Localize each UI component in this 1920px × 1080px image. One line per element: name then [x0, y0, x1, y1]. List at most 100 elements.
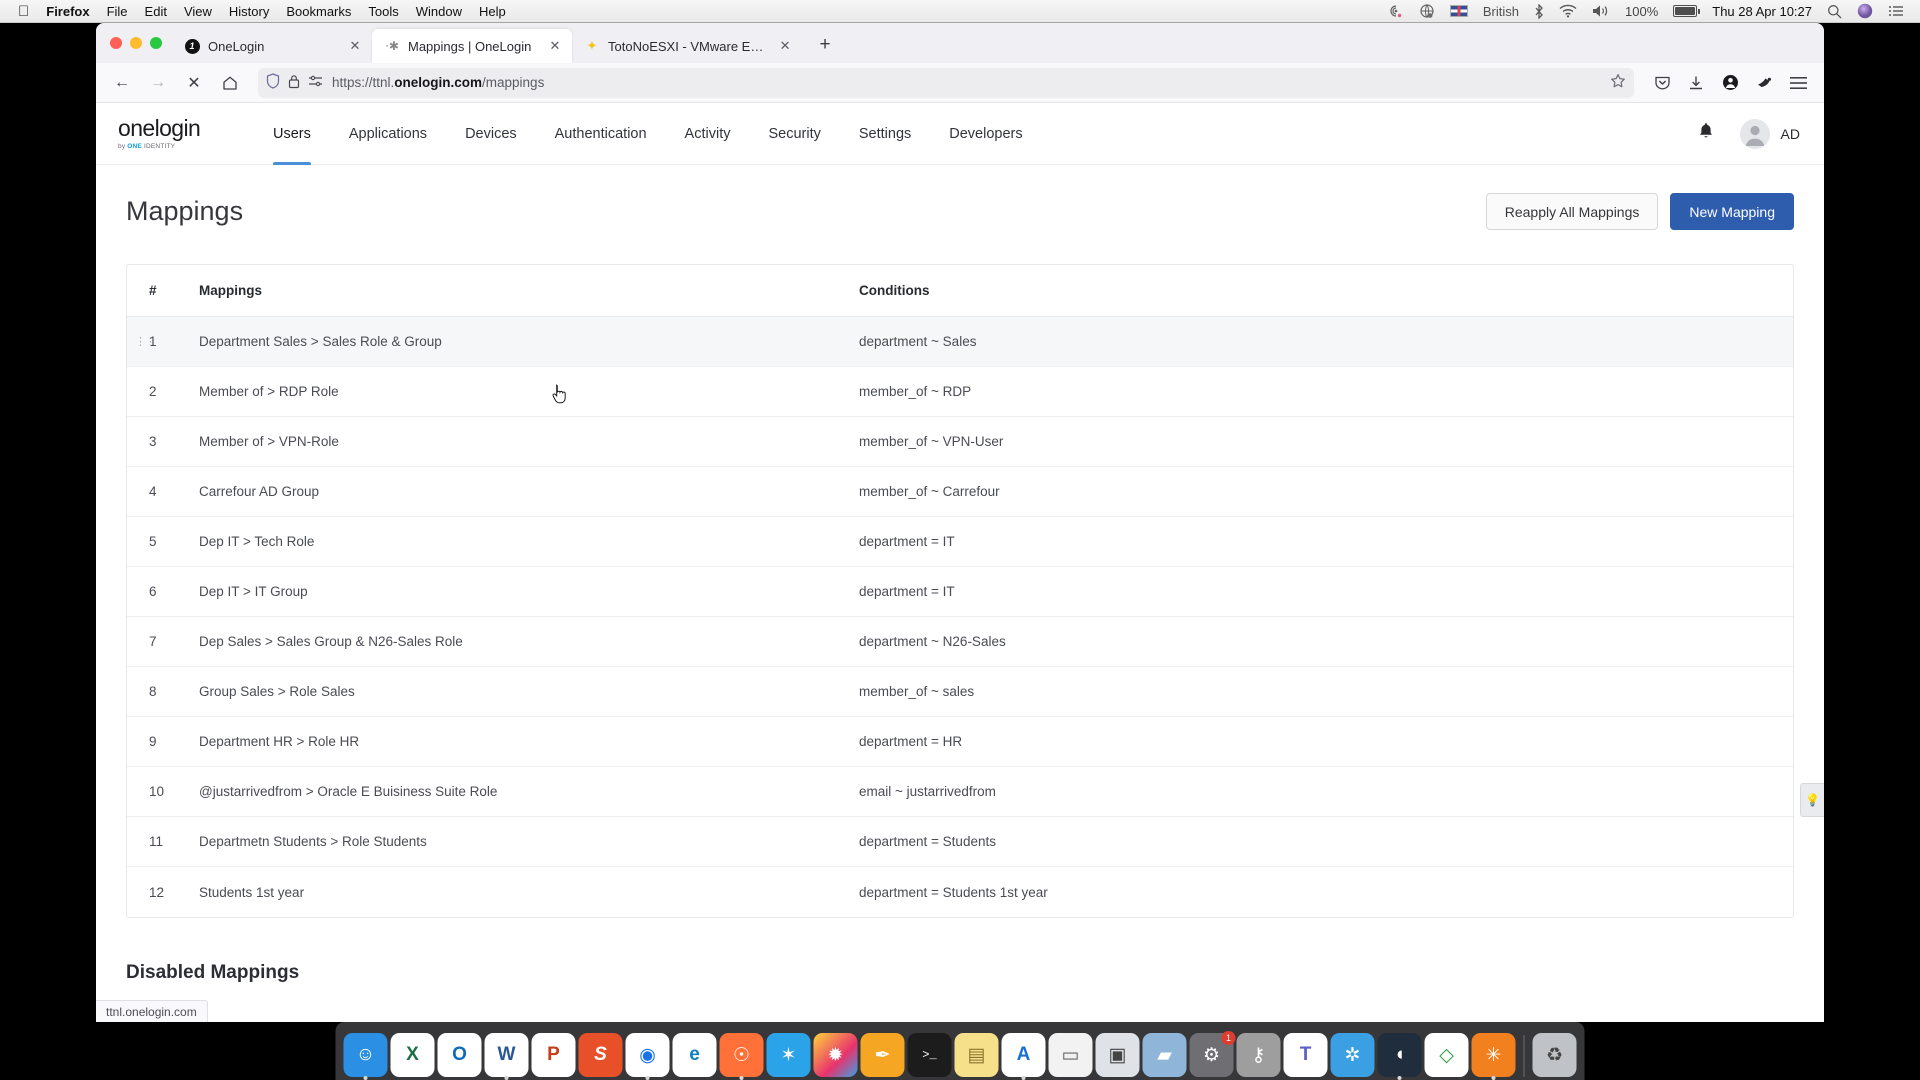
home-icon[interactable] [214, 67, 246, 99]
lock-icon[interactable] [288, 74, 300, 92]
dock-item-chrome[interactable]: ◉ [625, 1033, 670, 1077]
dock-item-system-preferences[interactable]: ⚙ 1 [1189, 1031, 1236, 1077]
table-row[interactable]: 5 Dep IT > Tech Role department = IT [127, 517, 1793, 567]
nav-item-activity[interactable]: Activity [666, 103, 750, 165]
dock-item-edge[interactable]: e [672, 1033, 717, 1077]
dock-item-sublime-text[interactable]: S [578, 1033, 623, 1077]
dock-item-preview[interactable]: ▣ [1095, 1033, 1140, 1077]
table-row[interactable]: 10 @justarrivedfrom > Oracle E Buisiness… [127, 767, 1793, 817]
dock-item-keynote[interactable]: ✒ [860, 1033, 905, 1077]
new-mapping-button[interactable]: New Mapping [1670, 193, 1794, 230]
browser-tab-vmware-esxi[interactable]: ✦ TotoNoESXI - VMware ESXi ✕ [572, 29, 802, 63]
table-row[interactable]: ⋮⋮ 1 Department Sales > Sales Role & Gro… [127, 317, 1793, 367]
notification-bell-icon[interactable] [1698, 122, 1714, 145]
table-row[interactable]: 12 Students 1st year department = Studen… [127, 867, 1793, 917]
dock-item-trash[interactable]: ♻ [1532, 1033, 1577, 1077]
table-row[interactable]: 7 Dep Sales > Sales Group & N26-Sales Ro… [127, 617, 1793, 667]
close-tab-button[interactable]: ✕ [346, 37, 364, 55]
lightbulb-icon[interactable]: 💡 [1800, 783, 1824, 817]
extension-icon[interactable] [1748, 67, 1780, 99]
dock-item-terminal[interactable]: >_ [907, 1033, 952, 1077]
close-window-button[interactable] [110, 37, 122, 49]
dock-item-vmware[interactable]: ✲ [1330, 1033, 1375, 1077]
dock-item-firefox[interactable]: ☉ [719, 1033, 764, 1077]
url-text[interactable]: https://ttnl.onelogin.com/mappings [332, 75, 1602, 90]
browser-tab-onelogin[interactable]: 1 OneLogin ✕ [172, 29, 372, 63]
volume-icon[interactable] [1592, 4, 1610, 18]
dock-item-zoom-app[interactable]: ✳ [1471, 1033, 1516, 1077]
pocket-icon[interactable] [1646, 67, 1678, 99]
dock-item-excel[interactable]: X [390, 1033, 435, 1077]
table-row[interactable]: 2 Member of > RDP Role member_of ~ RDP [127, 367, 1793, 417]
bluetooth-icon[interactable] [1534, 3, 1544, 19]
menu-item-help[interactable]: Help [479, 4, 506, 19]
minimize-window-button[interactable] [130, 37, 142, 49]
close-tab-button[interactable]: ✕ [546, 37, 564, 55]
downloads-icon[interactable] [1680, 67, 1712, 99]
menu-item-view[interactable]: View [184, 4, 212, 19]
battery-icon[interactable] [1673, 5, 1701, 17]
menu-item-bookmarks[interactable]: Bookmarks [286, 4, 351, 19]
table-row[interactable]: 4 Carrefour AD Group member_of ~ Carrefo… [127, 467, 1793, 517]
menu-item-edit[interactable]: Edit [145, 4, 167, 19]
shield-icon[interactable] [266, 73, 280, 92]
account-icon[interactable] [1714, 67, 1746, 99]
menu-item-file[interactable]: File [107, 4, 128, 19]
dock-item-image-capture[interactable]: ▰ [1142, 1033, 1187, 1077]
wifi-icon[interactable] [1559, 4, 1577, 18]
stop-loading-button[interactable]: ✕ [178, 67, 210, 99]
menu-item-history[interactable]: History [229, 4, 269, 19]
nav-item-settings[interactable]: Settings [840, 103, 930, 165]
menu-bar-clock[interactable]: Thu 28 Apr 10:27 [1712, 4, 1812, 19]
browser-tab-mappings[interactable]: ⋅✱ Mappings | OneLogin ✕ [372, 29, 572, 63]
drag-handle-icon[interactable]: ⋮⋮ [135, 336, 156, 347]
maximize-window-button[interactable] [150, 37, 162, 49]
user-avatar-icon[interactable] [1739, 118, 1770, 149]
table-row[interactable]: 3 Member of > VPN-Role member_of ~ VPN-U… [127, 417, 1793, 467]
dock-item-remote-desktop[interactable]: ◖ [1377, 1033, 1422, 1077]
control-center-icon[interactable] [1888, 4, 1904, 18]
back-button[interactable]: ← [106, 67, 138, 99]
apple-icon[interactable]:  [18, 4, 29, 19]
dock-item-appstore[interactable]: A [1001, 1033, 1046, 1077]
menu-item-tools[interactable]: Tools [368, 4, 398, 19]
nav-item-security[interactable]: Security [749, 103, 839, 165]
table-row[interactable]: 11 Departmetn Students > Role Students d… [127, 817, 1793, 867]
airplay-icon[interactable] [1388, 4, 1404, 18]
menu-icon[interactable] [1782, 67, 1814, 99]
search-icon[interactable] [1827, 4, 1842, 19]
menu-item-window[interactable]: Window [416, 4, 462, 19]
dock-item-photos[interactable]: ✹ [813, 1033, 858, 1077]
dock-item-teams[interactable]: T [1283, 1033, 1328, 1077]
table-row[interactable]: 6 Dep IT > IT Group department = IT [127, 567, 1793, 617]
menu-item-firefox[interactable]: Firefox [46, 4, 89, 19]
input-language-flag-icon[interactable] [1449, 5, 1468, 17]
reapply-all-mappings-button[interactable]: Reapply All Mappings [1485, 193, 1659, 230]
permissions-icon[interactable] [308, 74, 324, 91]
dock-item-vscode[interactable]: ◇ [1424, 1033, 1469, 1077]
new-tab-button[interactable]: + [810, 30, 840, 60]
nav-item-users[interactable]: Users [254, 103, 330, 165]
star-icon[interactable] [1610, 73, 1626, 92]
dock-item-pages[interactable]: ▭ [1048, 1033, 1093, 1077]
close-tab-button[interactable]: ✕ [776, 37, 794, 55]
battery-percent-label[interactable]: 100% [1625, 4, 1658, 19]
dock-item-powerpoint[interactable]: P [531, 1033, 576, 1077]
dock-item-safari[interactable]: ✶ [766, 1033, 811, 1077]
nav-item-authentication[interactable]: Authentication [536, 103, 666, 165]
user-initials[interactable]: AD [1781, 126, 1800, 142]
input-language-label[interactable]: British [1483, 4, 1519, 19]
nav-item-applications[interactable]: Applications [330, 103, 446, 165]
forward-button[interactable]: → [142, 67, 174, 99]
table-row[interactable]: 9 Department HR > Role HR department = H… [127, 717, 1793, 767]
dock-item-notes[interactable]: ▤ [954, 1033, 999, 1077]
dock-item-finder[interactable]: ☺ [343, 1033, 388, 1077]
url-bar[interactable]: https://ttnl.onelogin.com/mappings [258, 67, 1634, 98]
cloud-sync-icon[interactable] [1419, 4, 1435, 18]
nav-item-developers[interactable]: Developers [930, 103, 1041, 165]
dock-item-outlook[interactable]: O [437, 1033, 482, 1077]
onelogin-logo[interactable]: onelogin by ONE IDENTITY [118, 117, 226, 151]
nav-item-devices[interactable]: Devices [446, 103, 536, 165]
dock-item-word[interactable]: W [484, 1033, 529, 1077]
dock-item-keychain-access[interactable]: ⚷ [1236, 1033, 1281, 1077]
